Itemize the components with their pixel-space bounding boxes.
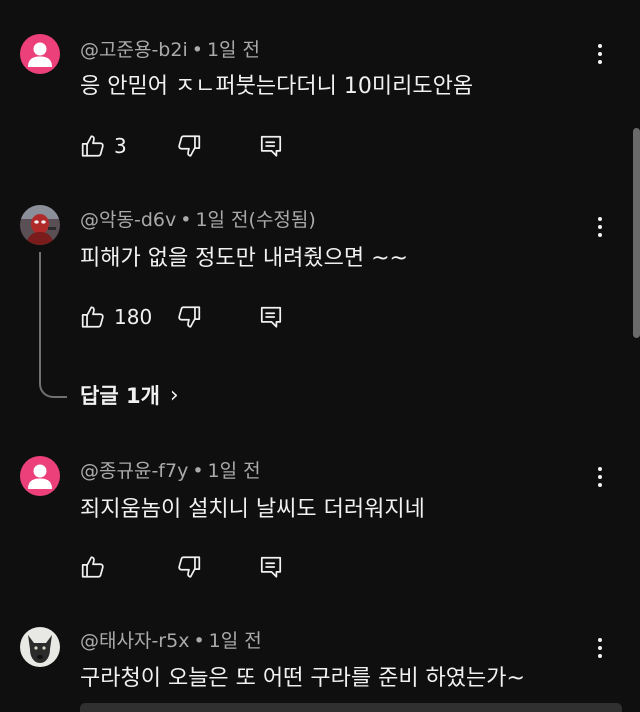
comment-text: 죄지움놈이 설치니 날씨도 더러워지네: [80, 497, 425, 522]
comment-text: 피해가 없을 정도만 내려줬으면 ~~: [80, 246, 408, 271]
comment-author[interactable]: @악동-d6v: [80, 209, 176, 231]
comment-time: 1일 전: [207, 460, 261, 482]
meta-separator: •: [192, 460, 204, 482]
comment-text: 응 안믿어 ㅈㄴ퍼붓는다더니 10미리도안옴: [80, 74, 474, 99]
comment-1-meta: @고준용-b2i • 1일 전: [80, 38, 260, 62]
like-count: 180: [114, 305, 153, 329]
reply-thread-line: [39, 252, 67, 398]
comment-3: @종규윤-f7y • 1일 전 죄지움놈이 설치니 날씨도 더러워지네: [0, 445, 640, 610]
more-vertical-icon[interactable]: [588, 634, 612, 662]
thumbs-down-icon: [178, 135, 201, 157]
like-button[interactable]: [80, 552, 114, 582]
meta-separator: •: [191, 39, 203, 61]
reply-comment-icon: [260, 556, 282, 578]
bottom-input-bar[interactable]: [80, 703, 622, 712]
thumbs-up-icon: [81, 306, 104, 328]
comment-2-meta: @악동-d6v • 1일 전(수정됨): [80, 208, 316, 232]
comment-1-avatar[interactable]: [20, 34, 60, 74]
comment-text: 구라청이 오늘은 또 어떤 구라를 준비 하였는가~: [80, 666, 525, 691]
dislike-button[interactable]: [176, 552, 202, 582]
more-vertical-icon[interactable]: [588, 40, 612, 68]
comment-author[interactable]: @종규윤-f7y: [80, 460, 188, 482]
comment-3-meta: @종규윤-f7y • 1일 전: [80, 459, 261, 483]
replies-count-label: 답글 1개: [80, 384, 160, 408]
meta-separator: •: [193, 630, 205, 652]
reply-comment-icon: [260, 306, 282, 328]
comment-1-actions: 3: [80, 131, 300, 161]
comment-author[interactable]: @태사자-r5x: [80, 630, 189, 652]
reply-button[interactable]: [258, 552, 284, 582]
dislike-button[interactable]: [176, 302, 202, 332]
comment-2-avatar[interactable]: [20, 205, 60, 245]
comment-4-meta: @태사자-r5x • 1일 전: [80, 629, 262, 653]
thumbs-down-icon: [178, 556, 201, 578]
reply-comment-icon: [260, 135, 282, 157]
reply-button[interactable]: [258, 131, 284, 161]
more-vertical-icon[interactable]: [588, 213, 612, 241]
scrollbar[interactable]: [633, 128, 640, 338]
comment-author[interactable]: @고준용-b2i: [80, 39, 188, 61]
comment-time: 1일 전: [208, 630, 262, 652]
comment-2-actions: 180: [80, 302, 300, 332]
comment-3-actions: [80, 552, 300, 582]
comment-4: @태사자-r5x • 1일 전 구라청이 오늘은 또 어떤 구라를 준비 하였는가~: [0, 610, 640, 712]
comment-1: @고준용-b2i • 1일 전 응 안믿어 ㅈㄴ퍼붓는다더니 10미리도안옴 3: [0, 0, 640, 175]
more-vertical-icon[interactable]: [588, 463, 612, 491]
thumbs-up-icon: [81, 556, 104, 578]
reply-button[interactable]: [258, 302, 284, 332]
dislike-button[interactable]: [176, 131, 202, 161]
comment-time: 1일 전: [206, 39, 261, 61]
comment-4-avatar[interactable]: [20, 627, 60, 667]
illustrated-character-avatar: [20, 205, 60, 245]
default-avatar-icon: [28, 464, 52, 489]
view-replies-button[interactable]: 답글 1개 ›: [80, 380, 179, 412]
comment-3-avatar[interactable]: [20, 456, 60, 496]
like-count: 3: [114, 134, 127, 158]
comment-time: 1일 전(수정됨): [195, 209, 316, 231]
dog-photo-avatar: [20, 627, 60, 667]
thumbs-up-icon: [81, 135, 104, 157]
default-avatar-icon: [28, 42, 52, 67]
meta-separator: •: [180, 209, 192, 231]
chevron-right-icon: ›: [169, 383, 179, 408]
like-button[interactable]: 3: [80, 131, 127, 161]
like-button[interactable]: 180: [80, 302, 152, 332]
thumbs-down-icon: [178, 306, 201, 328]
